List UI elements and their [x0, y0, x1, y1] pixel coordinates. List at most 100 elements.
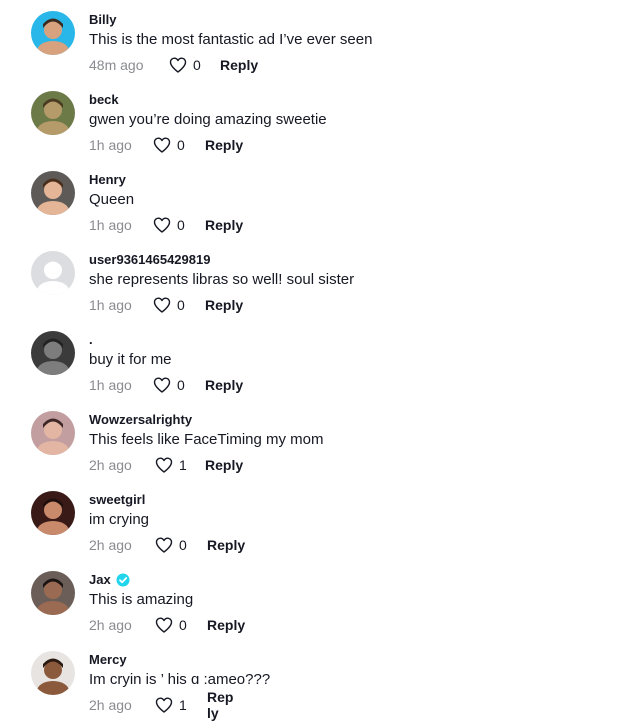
avatar[interactable]	[31, 331, 75, 375]
username-text: Henry	[89, 172, 126, 187]
like-count: 0	[177, 137, 185, 153]
comment-meta: 48m ago 0 Reply	[89, 56, 258, 74]
avatar-image	[31, 411, 75, 455]
heart-outline-icon	[153, 297, 171, 313]
comment-item: Wowzersalrighty This feels like FaceTimi…	[0, 400, 634, 480]
like-button[interactable]: 1	[155, 697, 187, 713]
like-count: 0	[177, 377, 185, 393]
comment-item: Henry Queen 1h ago 0 Reply	[0, 160, 634, 240]
comment-text: This is amazing	[89, 591, 194, 608]
comment-meta: 2h ago 0 Reply	[89, 616, 245, 634]
comment-text: im crying	[89, 511, 150, 528]
avatar[interactable]	[31, 171, 75, 215]
avatar-image	[31, 91, 75, 135]
like-button[interactable]: 0	[153, 137, 185, 153]
avatar[interactable]	[31, 251, 75, 295]
comment-username[interactable]: Henry	[89, 172, 126, 187]
reply-button[interactable]: Reply	[205, 457, 243, 473]
like-button[interactable]: 0	[153, 377, 185, 393]
comment-time: 2h ago	[89, 617, 132, 633]
comment-time: 1h ago	[89, 297, 132, 313]
reply-button[interactable]: Reply	[205, 137, 243, 153]
username-text: user9361465429819	[89, 252, 211, 267]
comment-item: Billy This is the most fantastic ad I’ve…	[0, 0, 634, 80]
comment-time: 1h ago	[89, 217, 132, 233]
comment-text: Im cryin is ’ his ɑ :ameo???	[89, 671, 271, 688]
reply-button[interactable]: Reply	[207, 617, 245, 633]
like-button[interactable]: 0	[155, 537, 187, 553]
avatar[interactable]	[31, 411, 75, 455]
avatar-image	[31, 331, 75, 375]
like-button[interactable]: 0	[155, 617, 187, 633]
reply-button[interactable]: Reply	[205, 217, 243, 233]
reply-button[interactable]: Reply	[207, 537, 245, 553]
avatar-image	[31, 11, 75, 55]
like-count: 0	[177, 217, 185, 233]
reply-button[interactable]: Reply	[205, 377, 243, 393]
comment-time: 2h ago	[89, 697, 132, 713]
like-count: 0	[179, 617, 187, 633]
username-text: beck	[89, 92, 119, 107]
comment-username[interactable]: Billy	[89, 12, 116, 27]
like-count: 0	[193, 57, 201, 73]
comment-item: Mercy Im cryin is ’ his ɑ :ameo??? 2h ag…	[0, 640, 634, 721]
like-button[interactable]: 0	[153, 217, 185, 233]
like-button[interactable]: 0	[153, 297, 185, 313]
comment-time: 1h ago	[89, 137, 132, 153]
comment-username[interactable]: beck	[89, 92, 119, 107]
comment-username[interactable]: sweetgirl	[89, 492, 145, 507]
username-text: Billy	[89, 12, 117, 27]
heart-outline-icon	[155, 457, 173, 473]
comment-username[interactable]: Jax	[89, 572, 130, 587]
username-text: sweetgirl	[89, 492, 146, 507]
comment-time: 2h ago	[89, 537, 132, 553]
heart-outline-icon	[153, 377, 171, 393]
comment-time: 1h ago	[89, 377, 132, 393]
like-count: 1	[179, 697, 187, 713]
comment-username[interactable]: .	[89, 332, 93, 347]
comment-username[interactable]: Mercy	[89, 652, 127, 667]
avatar[interactable]	[31, 651, 75, 695]
comment-text: she represents libras so well! soul sist…	[89, 271, 355, 288]
avatar[interactable]	[31, 91, 75, 135]
comment-item: sweetgirl im crying 2h ago 0 Reply	[0, 480, 634, 560]
heart-outline-icon	[155, 697, 173, 713]
heart-outline-icon	[155, 537, 173, 553]
comment-meta: 1h ago 0 Reply	[89, 376, 243, 394]
avatar[interactable]	[31, 571, 75, 615]
comment-text: Queen	[89, 191, 135, 208]
comment-item: Jax This is amazing 2h ago 0 Reply	[0, 560, 634, 640]
like-button[interactable]: 1	[155, 457, 187, 473]
avatar-image	[31, 491, 75, 535]
comment-username[interactable]: Wowzersalrighty	[89, 412, 192, 427]
username-text: Mercy	[89, 652, 127, 667]
comment-meta: 1h ago 0 Reply	[89, 216, 243, 234]
heart-outline-icon	[169, 57, 187, 73]
comment-time: 48m ago	[89, 57, 144, 73]
avatar[interactable]	[31, 11, 75, 55]
avatar-image	[31, 651, 75, 695]
username-text: .	[89, 332, 93, 347]
comment-meta: 2h ago 1 Reply	[89, 456, 243, 474]
reply-button[interactable]: Rep ly	[207, 689, 233, 721]
avatar-image	[31, 251, 75, 295]
like-button[interactable]: 0	[169, 57, 201, 73]
heart-outline-icon	[155, 617, 173, 633]
username-text: Jax	[89, 572, 111, 587]
reply-button[interactable]: Reply	[220, 57, 258, 73]
comment-meta: 1h ago 0 Reply	[89, 296, 243, 314]
heart-outline-icon	[153, 137, 171, 153]
comment-meta: 1h ago 0 Reply	[89, 136, 243, 154]
comment-text: This is the most fantastic ad I’ve ever …	[89, 31, 373, 48]
like-count: 1	[179, 457, 187, 473]
comment-text: gwen you’re doing amazing sweetie	[89, 111, 327, 128]
verified-check-icon	[116, 573, 130, 587]
username-text: Wowzersalrighty	[89, 412, 193, 427]
avatar[interactable]	[31, 491, 75, 535]
heart-outline-icon	[153, 217, 171, 233]
comment-username[interactable]: user9361465429819	[89, 252, 210, 267]
like-count: 0	[179, 537, 187, 553]
comment-meta: 2h ago 0 Reply	[89, 536, 245, 554]
comment-meta: 2h ago 1 Rep ly	[89, 689, 233, 721]
reply-button[interactable]: Reply	[205, 297, 243, 313]
